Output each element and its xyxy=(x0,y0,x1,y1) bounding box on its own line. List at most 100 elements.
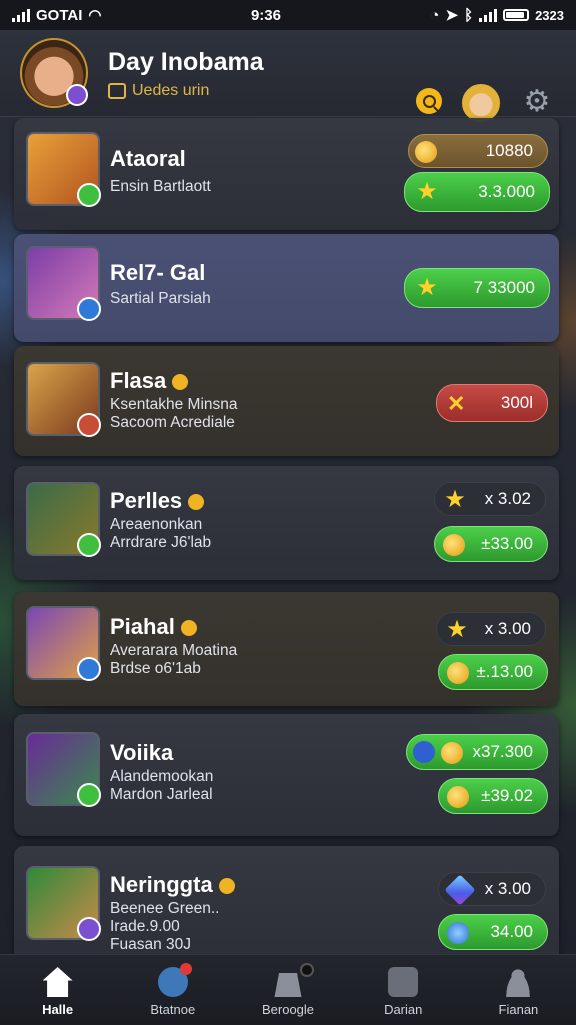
coin-balance-pill[interactable]: 10880 xyxy=(408,134,548,168)
chat-icon xyxy=(77,183,101,207)
coin-icon xyxy=(443,534,465,556)
player-name: Ataoral xyxy=(110,146,186,171)
battery-level: 2323 xyxy=(535,7,564,23)
player-info: Irade.9.00 xyxy=(110,918,180,935)
coin-icon xyxy=(415,141,437,163)
app-header: Day Inobama Uedes urin ⚙ xyxy=(0,30,576,122)
coin-icon xyxy=(447,786,469,808)
player-info: Mardon Jarleal xyxy=(110,786,213,803)
subtitle-text: Uedes urin xyxy=(132,82,210,99)
star-count-pill[interactable]: ★ x 3.00 xyxy=(436,612,546,646)
nav-camera[interactable]: Darian xyxy=(346,955,461,1025)
player-info: Alandemookan xyxy=(110,768,214,785)
player-portrait xyxy=(26,246,101,321)
coin-reward-pill[interactable]: ±.13.00 xyxy=(438,654,548,690)
location-icon: ➤ xyxy=(445,7,459,24)
carrier-label: GOTAI xyxy=(36,6,83,24)
player-portrait xyxy=(26,362,101,437)
coin-reward-pill[interactable]: 34.00 xyxy=(438,914,548,950)
bag-icon xyxy=(274,973,302,997)
gem-icon xyxy=(444,874,476,906)
player-name: Perlles xyxy=(110,488,205,514)
level-icon xyxy=(77,657,101,681)
player-info: Beenee Green.. xyxy=(110,900,220,917)
page-title: Day Inobama xyxy=(108,48,264,76)
player-card[interactable]: Voiika Alandemookan Mardon Jarleal x37.3… xyxy=(14,714,559,836)
level-icon xyxy=(77,533,101,557)
crown-icon xyxy=(172,374,189,391)
cross-swords-icon: ✕ xyxy=(447,391,466,416)
level-badge-icon xyxy=(66,84,88,106)
star-icon: ★ xyxy=(444,486,466,513)
chest-icon xyxy=(108,83,126,99)
player-info: Ksentakhe Minsna xyxy=(110,396,238,413)
player-info: Areaenonkan xyxy=(110,516,203,533)
person-icon xyxy=(503,967,534,997)
player-name: Neringgta xyxy=(110,872,235,898)
player-info: Sartial Parsiah xyxy=(110,290,211,307)
notification-dot xyxy=(180,963,192,975)
level-icon xyxy=(77,917,101,941)
coin-reward-pill[interactable]: x37.300 xyxy=(406,734,548,770)
signal-icon xyxy=(12,8,30,22)
user-avatar[interactable] xyxy=(20,38,88,108)
nav-profile[interactable]: Fianan xyxy=(461,955,576,1025)
star-icon: ★ xyxy=(416,274,438,301)
player-info: Fuasan 30J xyxy=(110,936,191,953)
player-name: Voiika xyxy=(110,740,174,765)
player-card-selected[interactable]: Rel7- Gal Sartial Parsiah ★ 7 33000 xyxy=(14,234,559,342)
clock: 9:36 xyxy=(250,6,281,24)
bottom-nav: Halle Btatnoe Beroogle Darian Fianan xyxy=(0,954,576,1025)
player-card[interactable]: Piahal Averarara Moatina Brdse o6'1ab ★ … xyxy=(14,592,559,706)
star-icon: ★ xyxy=(446,616,468,643)
player-name: Rel7- Gal xyxy=(110,260,206,285)
gem-count-pill[interactable]: x 3.00 xyxy=(438,872,546,906)
player-portrait xyxy=(26,606,101,681)
header-subtitle: Uedes urin xyxy=(108,82,209,100)
bag-notification-dot xyxy=(300,963,314,977)
camera-icon xyxy=(388,967,419,997)
level-icon xyxy=(77,783,101,807)
star-reward-pill[interactable]: ★ 7 33000 xyxy=(404,268,550,308)
star-count-pill[interactable]: ★ x 3.02 xyxy=(434,482,546,516)
player-list: Ataoral Ensin Bartlaott 10880 ★ 3.3.000 … xyxy=(0,116,576,954)
nav-home[interactable]: Halle xyxy=(0,955,115,1025)
alarm-icon: ◔ xyxy=(430,6,440,24)
player-card[interactable]: Flasa Ksentakhe Minsna Sacoom Acrediale … xyxy=(14,346,559,456)
blocked-icon xyxy=(413,741,435,763)
player-info: Averarara Moatina xyxy=(110,642,238,659)
bluetooth-icon: ᛒ xyxy=(464,6,474,24)
player-portrait xyxy=(26,866,101,941)
settings-button[interactable]: ⚙ xyxy=(522,87,552,117)
coin-reward-pill[interactable]: ±39.02 xyxy=(438,778,548,814)
search-button[interactable] xyxy=(416,88,442,114)
level-icon xyxy=(77,297,101,321)
player-portrait xyxy=(26,482,101,557)
player-info: Sacoom Acrediale xyxy=(110,414,235,431)
cell-signal-icon xyxy=(479,8,498,22)
wifi-icon: ◠ xyxy=(88,7,102,24)
star-icon: ★ xyxy=(416,178,438,205)
token-icon xyxy=(447,922,469,944)
player-card[interactable]: Perlles Areaenonkan Arrdrare J6'lab ★ x … xyxy=(14,466,559,580)
nav-battle[interactable]: Btatnoe xyxy=(115,955,230,1025)
crown-icon xyxy=(180,620,197,637)
player-card[interactable]: Ataoral Ensin Bartlaott 10880 ★ 3.3.000 xyxy=(14,118,559,230)
status-bar: GOTAI ◠ 9:36 ◔ ➤ ᛒ 2323 xyxy=(0,0,576,30)
player-name: Flasa xyxy=(110,368,189,394)
battle-pill[interactable]: ✕ 300l xyxy=(436,384,548,422)
player-info: Arrdrare J6'lab xyxy=(110,534,212,551)
search-icon xyxy=(422,94,436,108)
nav-bag[interactable]: Beroogle xyxy=(230,955,345,1025)
coin-reward-pill[interactable]: ±33.00 xyxy=(434,526,548,562)
coin-icon xyxy=(441,742,463,764)
player-info: Ensin Bartlaott xyxy=(110,178,211,195)
coin-icon xyxy=(447,662,469,684)
player-name: Piahal xyxy=(110,614,197,640)
player-card[interactable]: Neringgta Beenee Green.. Irade.9.00 Fuas… xyxy=(14,846,559,954)
gear-icon: ⚙ xyxy=(523,85,551,118)
battery-icon xyxy=(503,9,530,21)
player-portrait xyxy=(26,132,101,207)
player-portrait xyxy=(26,732,101,807)
star-reward-pill[interactable]: ★ 3.3.000 xyxy=(404,172,550,212)
